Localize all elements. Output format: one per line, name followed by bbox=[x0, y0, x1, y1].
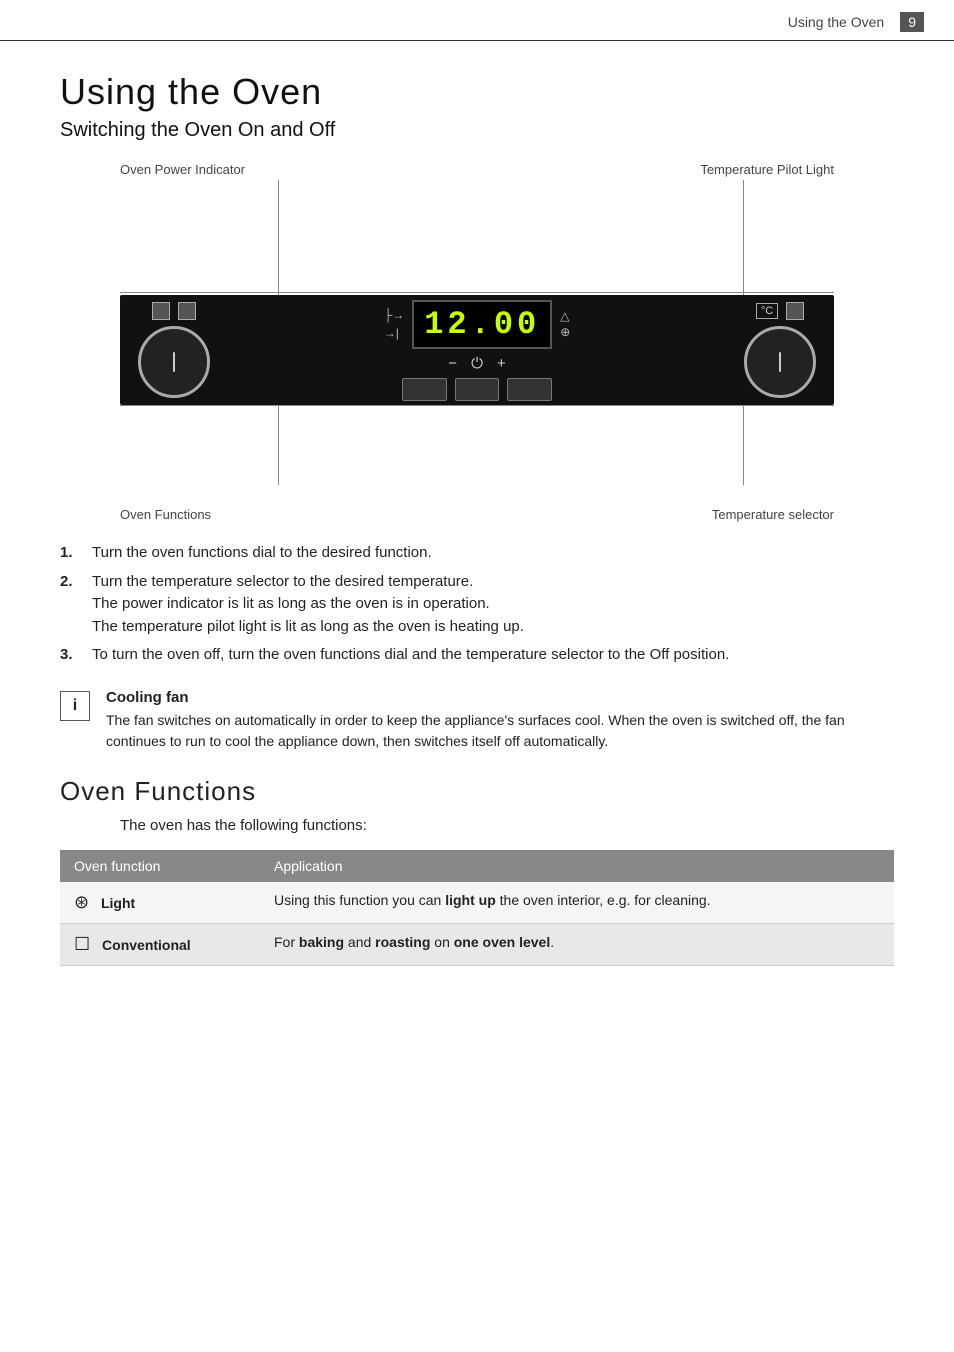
table-row: ⊛ Light Using this function you can ligh… bbox=[60, 882, 894, 924]
temp-dial-mark bbox=[779, 352, 781, 372]
instruction-3: 3. To turn the oven off, turn the oven f… bbox=[60, 644, 894, 667]
label-power-indicator: Oven Power Indicator bbox=[120, 162, 245, 177]
timer-arrow1: ├→ bbox=[384, 308, 405, 322]
temp-indicator: °C bbox=[756, 302, 804, 320]
function-dial[interactable] bbox=[138, 326, 210, 398]
application-cell-conventional: For baking and roasting on one oven leve… bbox=[260, 923, 894, 965]
dial-mark bbox=[173, 352, 175, 372]
btn-center[interactable] bbox=[455, 378, 499, 401]
timer-arrow2: →| bbox=[384, 326, 405, 340]
info-text: The fan switches on automatically in ord… bbox=[106, 710, 894, 752]
btn-left[interactable] bbox=[402, 378, 446, 401]
info-content: Cooling fan The fan switches on automati… bbox=[106, 689, 894, 752]
vline-left-bottom bbox=[278, 405, 279, 485]
info-icon: i bbox=[60, 691, 90, 721]
bold-roasting: roasting bbox=[375, 934, 430, 950]
controls-bottom: − ⏻ + bbox=[448, 355, 505, 372]
info-box: i Cooling fan The fan switches on automa… bbox=[60, 689, 894, 752]
col-header-application: Application bbox=[260, 850, 894, 882]
display-row: ├→ →| 12.00 △ ⊕ bbox=[384, 300, 571, 349]
bold-light-up: light up bbox=[445, 892, 496, 908]
function-name-conventional: Conventional bbox=[102, 937, 191, 953]
label-temp-pilot: Temperature Pilot Light bbox=[700, 162, 834, 177]
center-display: ├→ →| 12.00 △ ⊕ − ⏻ + bbox=[384, 300, 571, 401]
temp-indicator-square bbox=[786, 302, 804, 320]
function-cell-conventional: ☐ Conventional bbox=[60, 923, 260, 965]
instructions: 1. Turn the oven functions dial to the d… bbox=[60, 542, 894, 667]
application-cell-light: Using this function you can light up the… bbox=[260, 882, 894, 924]
vline-left-top bbox=[278, 180, 279, 295]
clock-icon: ⊕ bbox=[560, 325, 570, 339]
btn-right[interactable] bbox=[507, 378, 551, 401]
instruction-2-text: Turn the temperature selector to the des… bbox=[92, 571, 894, 639]
hline-bottom bbox=[120, 405, 834, 406]
col-header-function: Oven function bbox=[60, 850, 260, 882]
section1-heading: Switching the Oven On and Off bbox=[60, 119, 894, 142]
bold-one-oven-level: one oven level bbox=[454, 934, 550, 950]
instruction-3-text: To turn the oven off, turn the oven func… bbox=[92, 644, 894, 667]
bell-icon: △ bbox=[560, 309, 570, 323]
vline-right-bottom bbox=[743, 405, 744, 485]
page-header: Using the Oven 9 bbox=[0, 0, 954, 41]
info-i-letter: i bbox=[73, 697, 77, 715]
plus-symbol[interactable]: + bbox=[497, 355, 506, 372]
page-title: Using the Oven bbox=[60, 71, 894, 113]
minus-symbol[interactable]: − bbox=[448, 355, 457, 372]
hline-top bbox=[120, 292, 834, 293]
light-icon: ⊛ bbox=[74, 892, 89, 912]
info-title: Cooling fan bbox=[106, 689, 894, 706]
table-row: ☐ Conventional For baking and roasting o… bbox=[60, 923, 894, 965]
section2-title: Oven Functions bbox=[60, 776, 894, 807]
instruction-1-number: 1. bbox=[60, 542, 82, 565]
bold-baking: baking bbox=[299, 934, 344, 950]
vline-right-top bbox=[743, 180, 744, 295]
page-number: 9 bbox=[900, 12, 924, 32]
instruction-2: 2. Turn the temperature selector to the … bbox=[60, 571, 894, 639]
diagram-labels-top: Oven Power Indicator Temperature Pilot L… bbox=[60, 162, 894, 177]
instruction-1-text: Turn the oven functions dial to the desi… bbox=[92, 542, 894, 565]
section2-intro: The oven has the following functions: bbox=[120, 817, 894, 834]
temp-dial[interactable] bbox=[744, 326, 816, 398]
conventional-icon: ☐ bbox=[74, 934, 90, 954]
side-icons: △ ⊕ bbox=[560, 309, 570, 339]
main-content: Using the Oven Switching the Oven On and… bbox=[0, 41, 954, 996]
indicator-square-2 bbox=[178, 302, 196, 320]
instruction-2-number: 2. bbox=[60, 571, 82, 639]
label-temp-selector: Temperature selector bbox=[712, 507, 834, 522]
indicator-lights bbox=[152, 302, 196, 320]
power-symbol[interactable]: ⏻ bbox=[471, 355, 483, 372]
instruction-1: 1. Turn the oven functions dial to the d… bbox=[60, 542, 894, 565]
indicator-square-1 bbox=[152, 302, 170, 320]
header-title: Using the Oven bbox=[788, 14, 885, 30]
label-oven-functions: Oven Functions bbox=[120, 507, 211, 522]
temp-dial-area: °C bbox=[744, 302, 816, 398]
function-name-light: Light bbox=[101, 895, 135, 911]
time-display: 12.00 bbox=[412, 300, 552, 349]
celsius-box: °C bbox=[756, 303, 778, 319]
diagram-area: Oven Power Indicator Temperature Pilot L… bbox=[60, 162, 894, 522]
oven-panel: ├→ →| 12.00 △ ⊕ − ⏻ + bbox=[120, 295, 834, 405]
functions-table: Oven function Application ⊛ Light Using … bbox=[60, 850, 894, 966]
function-dial-area bbox=[138, 302, 210, 398]
diagram-labels-bottom: Oven Functions Temperature selector bbox=[60, 507, 894, 522]
table-header-row: Oven function Application bbox=[60, 850, 894, 882]
instruction-3-number: 3. bbox=[60, 644, 82, 667]
function-cell-light: ⊛ Light bbox=[60, 882, 260, 924]
